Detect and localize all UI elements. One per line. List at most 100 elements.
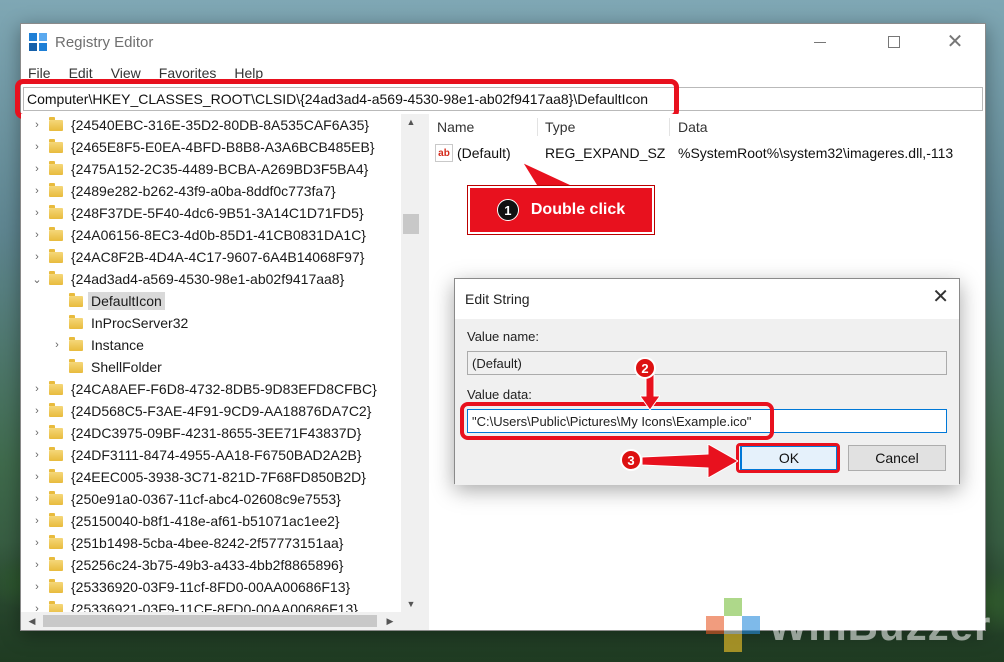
folder-icon xyxy=(49,248,63,263)
chevron-right-icon[interactable]: › xyxy=(31,449,43,461)
folder-icon xyxy=(49,424,63,439)
scroll-left-icon[interactable]: ◀ xyxy=(23,612,41,630)
scrollbar-thumb[interactable] xyxy=(403,214,419,234)
step-1-badge: 1 xyxy=(496,199,519,221)
tree-item[interactable]: › {25150040-b8f1-418e-af61-b51071ac1ee2} xyxy=(21,510,420,532)
folder-icon xyxy=(49,556,63,571)
ok-highlight-annotation xyxy=(736,443,840,473)
tree-item-label: {248F37DE-5F40-4dc6-9B51-3A14C1D71FD5} xyxy=(71,205,364,221)
folder-icon xyxy=(49,226,63,241)
chevron-right-icon[interactable]: › xyxy=(31,229,43,241)
maximize-button[interactable] xyxy=(865,24,923,60)
chevron-right-icon[interactable]: › xyxy=(31,471,43,483)
tree-item[interactable]: › {2489e282-b262-43f9-a0ba-8ddf0c773fa7} xyxy=(21,180,420,202)
scroll-right-icon[interactable]: ▶ xyxy=(381,612,399,630)
address-highlight-annotation xyxy=(15,79,679,119)
tree-item-label: {24EEC005-3938-3C71-821D-7F68FD850B2D} xyxy=(71,469,366,485)
tree-item[interactable]: › {24AC8F2B-4D4A-4C17-9607-6A4B14068F97} xyxy=(21,246,420,268)
tree-item[interactable]: › {24540EBC-316E-35D2-80DB-8A535CAF6A35} xyxy=(21,114,420,136)
tree-item-label: {24AC8F2B-4D4A-4C17-9607-6A4B14068F97} xyxy=(71,249,365,265)
tree-item[interactable]: › {24EEC005-3938-3C71-821D-7F68FD850B2D} xyxy=(21,466,420,488)
window-title: Registry Editor xyxy=(55,34,154,51)
folder-icon xyxy=(49,182,63,197)
tree-item[interactable]: › {24DC3975-09BF-4231-8655-3EE71F43837D} xyxy=(21,422,420,444)
chevron-right-icon[interactable]: › xyxy=(31,515,43,527)
chevron-right-icon[interactable]: › xyxy=(31,537,43,549)
tree-item[interactable]: › {248F37DE-5F40-4dc6-9B51-3A14C1D71FD5} xyxy=(21,202,420,224)
chevron-right-icon[interactable]: › xyxy=(31,163,43,175)
tree-item[interactable]: › {24CA8AEF-F6D8-4732-8DB5-9D83EFD8CFBC} xyxy=(21,378,420,400)
minimize-icon xyxy=(814,41,826,43)
close-button[interactable]: ✕ xyxy=(926,24,984,60)
tree-item-label: {24ad3ad4-a569-4530-98e1-ab02f9417aa8} xyxy=(71,271,345,287)
chevron-right-icon[interactable]: › xyxy=(31,207,43,219)
watermark-text: WinBuzzer xyxy=(768,602,992,649)
chevron-right-icon[interactable]: › xyxy=(31,119,43,131)
value-data-label: Value data: xyxy=(467,387,532,402)
chevron-right-icon[interactable]: › xyxy=(31,493,43,505)
value-name-field: (Default) xyxy=(467,351,947,375)
callout-text: Double click xyxy=(530,201,626,218)
folder-icon xyxy=(49,204,63,219)
chevron-right-icon[interactable]: › xyxy=(31,405,43,417)
tree-item[interactable]: › {24A06156-8EC3-4d0b-85D1-41CB0831DA1C} xyxy=(21,224,420,246)
scroll-up-icon[interactable]: ▲ xyxy=(401,114,421,130)
tree-item[interactable]: › Instance xyxy=(21,334,420,356)
scrollbar-thumb[interactable] xyxy=(43,615,377,627)
tree-item[interactable]: › {24DF3111-8474-4955-AA18-F6750BAD2A2B} xyxy=(21,444,420,466)
value-name-label: Value name: xyxy=(467,329,540,344)
tree-item[interactable]: › {24D568C5-F3AE-4F91-9CD9-AA18876DA7C2} xyxy=(21,400,420,422)
tree-item-label: {2475A152-2C35-4489-BCBA-A269BD3F5BA4} xyxy=(71,161,369,177)
folder-icon xyxy=(69,292,83,307)
tree-item[interactable]: › {2465E8F5-E0EA-4BFD-B8B8-A3A6BCB485EB} xyxy=(21,136,420,158)
tree-item[interactable]: › {25336921-03F9-11CF-8FD0-00AA00686F13} xyxy=(21,598,420,612)
value-type: REG_EXPAND_SZ xyxy=(545,145,666,161)
chevron-right-icon[interactable]: › xyxy=(31,141,43,153)
chevron-right-icon[interactable]: › xyxy=(31,581,43,593)
folder-icon xyxy=(69,314,83,329)
column-type[interactable]: Type xyxy=(545,119,575,135)
chevron-right-icon[interactable]: › xyxy=(31,383,43,395)
cancel-button[interactable]: Cancel xyxy=(848,445,946,471)
column-name[interactable]: Name xyxy=(437,119,474,135)
tree-item-label: {25256c24-3b75-49b3-a433-4bb2f8865896} xyxy=(71,557,344,573)
folder-icon xyxy=(49,468,63,483)
tree-item[interactable]: › {251b1498-5cba-4bee-8242-2f57773151aa} xyxy=(21,532,420,554)
folder-icon xyxy=(49,160,63,175)
tree-vertical-scrollbar[interactable]: ▲ ▼ xyxy=(401,114,421,612)
folder-icon xyxy=(69,358,83,373)
tree-item[interactable]: › {250e91a0-0367-11cf-abc4-02608c9e7553} xyxy=(21,488,420,510)
scroll-down-icon[interactable]: ▼ xyxy=(401,596,421,612)
minimize-button[interactable] xyxy=(791,24,849,60)
tree-item[interactable]: › {25336920-03F9-11cf-8FD0-00AA00686F13} xyxy=(21,576,420,598)
value-row-default[interactable]: ab (Default) REG_EXPAND_SZ %SystemRoot%\… xyxy=(429,142,985,164)
chevron-right-icon[interactable]: › xyxy=(31,603,43,612)
tree-item[interactable]: › {2475A152-2C35-4489-BCBA-A269BD3F5BA4} xyxy=(21,158,420,180)
winbuzzer-logo-icon xyxy=(706,598,762,654)
tree-item[interactable]: DefaultIcon xyxy=(21,290,420,312)
tree-item-label: Instance xyxy=(91,337,144,353)
chevron-right-icon[interactable]: › xyxy=(31,559,43,571)
double-click-callout: 1 Double click xyxy=(468,186,654,234)
tree-item-label: {25336920-03F9-11cf-8FD0-00AA00686F13} xyxy=(71,579,351,595)
tree-item[interactable]: InProcServer32 xyxy=(21,312,420,334)
chevron-right-icon[interactable]: › xyxy=(51,339,63,351)
dialog-title: Edit String xyxy=(465,291,530,307)
chevron-down-icon[interactable]: ⌄ xyxy=(31,273,43,286)
tree-item-label: {2489e282-b262-43f9-a0ba-8ddf0c773fa7} xyxy=(71,183,336,199)
pane-splitter[interactable] xyxy=(421,114,429,630)
tree-item[interactable]: ⌄ {24ad3ad4-a569-4530-98e1-ab02f9417aa8} xyxy=(21,268,420,290)
chevron-right-icon[interactable]: › xyxy=(31,185,43,197)
value-name: (Default) xyxy=(457,145,511,161)
step-2-badge: 2 xyxy=(634,357,656,379)
folder-icon xyxy=(69,336,83,351)
tree-horizontal-scrollbar[interactable]: ◀ ▶ xyxy=(21,612,421,630)
tree-item[interactable]: › {25256c24-3b75-49b3-a433-4bb2f8865896} xyxy=(21,554,420,576)
tree-item[interactable]: ShellFolder xyxy=(21,356,420,378)
chevron-right-icon[interactable]: › xyxy=(31,427,43,439)
folder-icon xyxy=(49,380,63,395)
tree-item-label: InProcServer32 xyxy=(91,315,189,331)
chevron-right-icon[interactable]: › xyxy=(31,251,43,263)
dialog-close-icon[interactable]: ✕ xyxy=(932,287,949,307)
column-data[interactable]: Data xyxy=(678,119,708,135)
